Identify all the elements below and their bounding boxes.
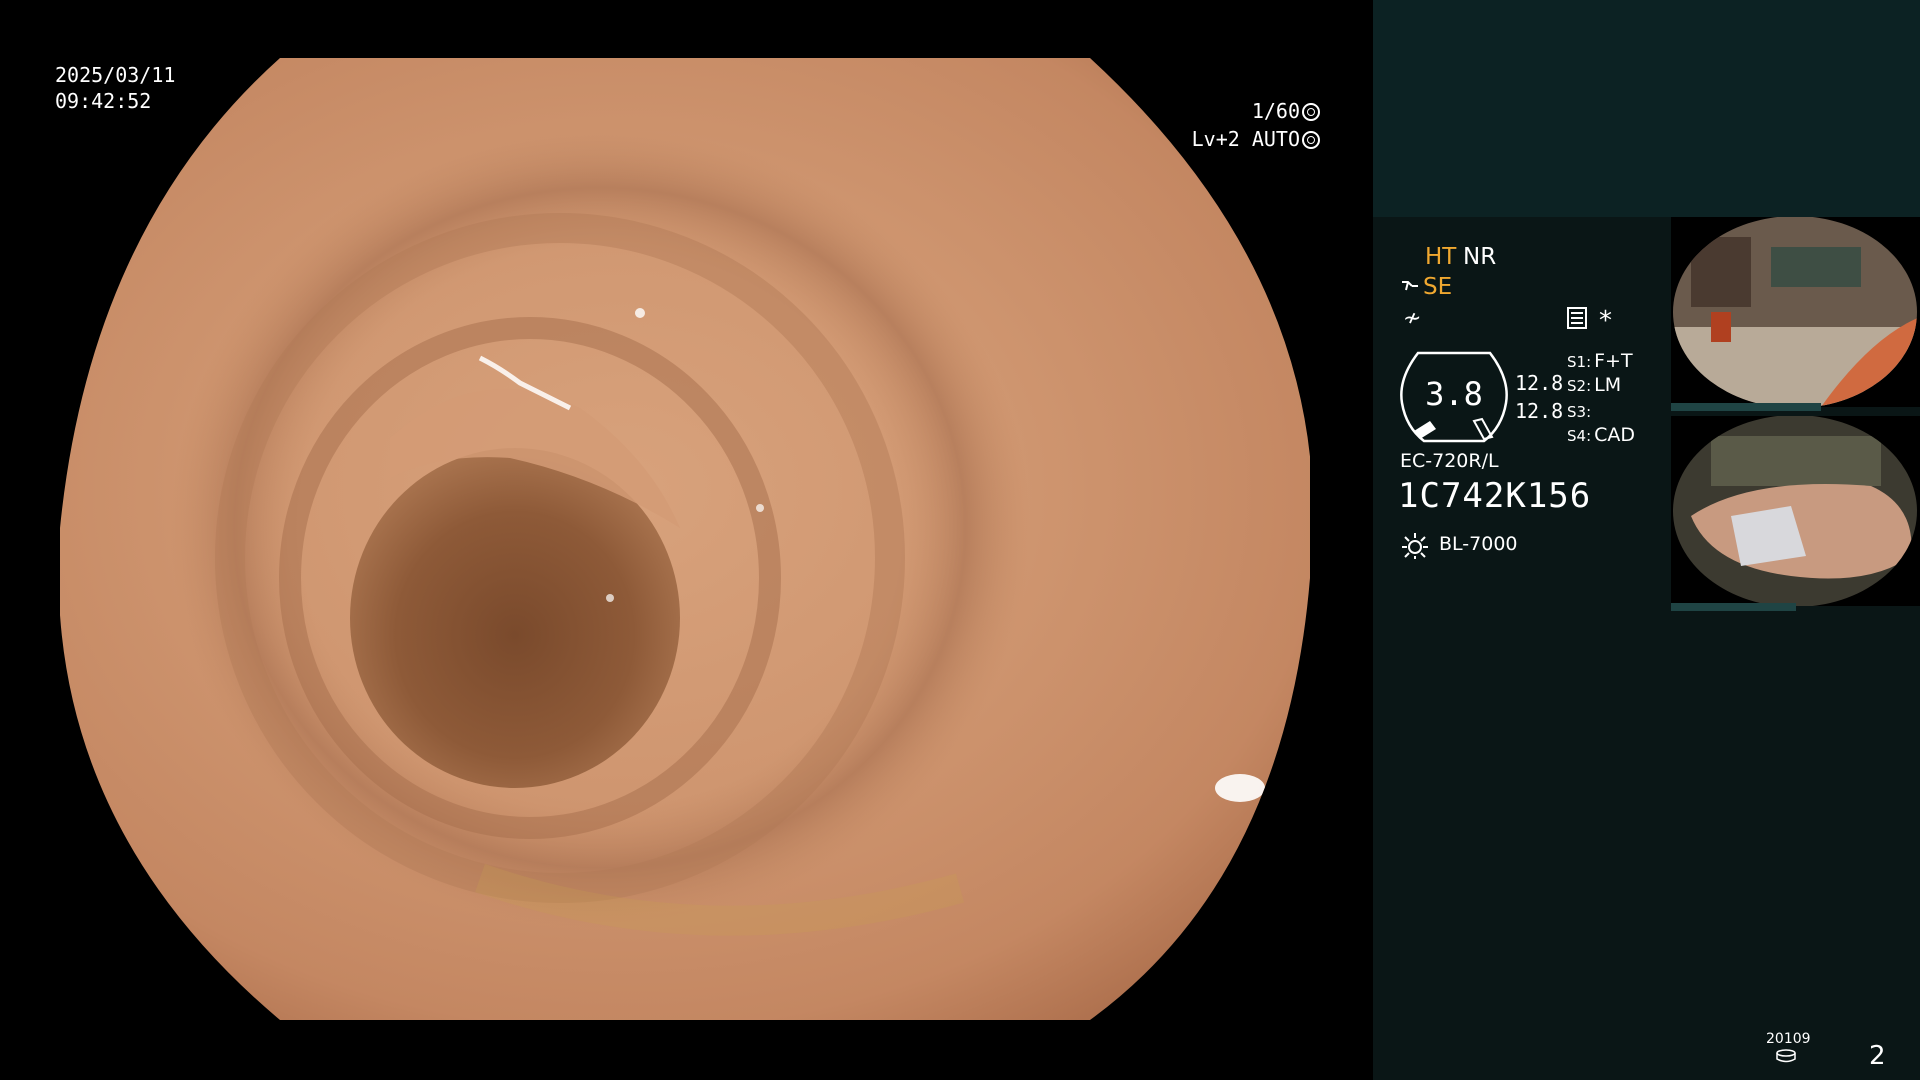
thumbnail-bar xyxy=(1671,603,1796,611)
level-auto-value: Lv+2 AUTO xyxy=(1191,127,1300,151)
slot-value: F+T xyxy=(1594,350,1633,372)
scope-serial: 1C742K156 xyxy=(1398,476,1592,516)
shutter-icon xyxy=(1302,103,1320,121)
shutter-readout: 1/60 xyxy=(1252,98,1320,124)
nr-indicator: NR xyxy=(1463,244,1497,270)
slot-key: S2: xyxy=(1567,377,1592,395)
asterisk-indicator: * xyxy=(1599,306,1612,336)
structure-enhance-icon: ≁ xyxy=(1403,306,1422,331)
slot-key: S1: xyxy=(1567,353,1592,371)
thumbnail-bar xyxy=(1671,403,1821,411)
level-auto-readout: Lv+2 AUTO xyxy=(1192,126,1320,152)
sun-icon xyxy=(1402,533,1428,559)
light-source: BL-7000 xyxy=(1439,533,1518,555)
slot-value: LM xyxy=(1594,374,1622,396)
gauge-value: 3.8 xyxy=(1425,375,1483,413)
date-readout: 2025/03/11 xyxy=(55,63,176,87)
switch-slot-1: S1: F+T xyxy=(1567,350,1633,372)
menu-icon xyxy=(1567,307,1587,329)
switch-slot-3: S3: xyxy=(1567,400,1594,422)
slot-key: S3: xyxy=(1567,403,1592,421)
hand-camera-thumbnail[interactable] xyxy=(1671,416,1920,606)
slot-value: CAD xyxy=(1594,424,1636,446)
page-number: 2 xyxy=(1869,1041,1886,1071)
auto-iris-icon xyxy=(1302,131,1320,149)
panel-header-area xyxy=(1373,0,1920,217)
endoscope-image xyxy=(60,58,1310,1020)
shutter-value: 1/60 xyxy=(1251,99,1300,123)
se-indicator: SE xyxy=(1423,274,1453,300)
gauge-side-value-2: 12.8 xyxy=(1515,399,1564,423)
file-number: 20109 xyxy=(1766,1031,1811,1047)
switch-slot-4: S4: CAD xyxy=(1567,424,1635,446)
ht-indicator: HT xyxy=(1425,244,1457,270)
switch-slot-2: S2: LM xyxy=(1567,374,1621,396)
slot-key: S4: xyxy=(1567,427,1592,445)
gauge-side-value-1: 12.8 xyxy=(1515,371,1564,395)
room-camera-thumbnail[interactable] xyxy=(1671,217,1920,407)
se-icon xyxy=(1402,281,1418,291)
disk-icon xyxy=(1776,1049,1796,1063)
scope-model: EC-720R/L xyxy=(1400,450,1499,472)
info-panel: HT NR SE ≁ * 3.8 12.8 12.8 S1: F+T S2: LM … xyxy=(1373,0,1920,1080)
time-readout: 09:42:52 xyxy=(55,89,152,113)
